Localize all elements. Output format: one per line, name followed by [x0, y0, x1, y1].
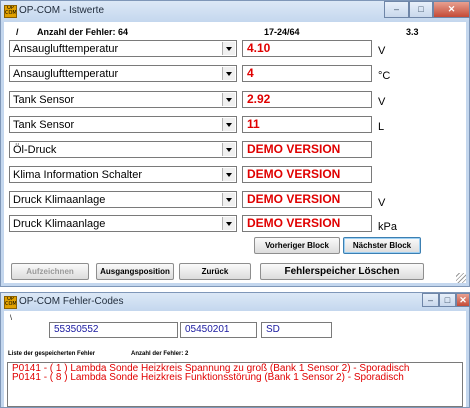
parameter-select-4[interactable]: Tank Sensor [9, 116, 237, 133]
parameter-select-value: Klima Information Schalter [13, 169, 142, 181]
unit-label-8: kPa [378, 221, 397, 233]
unit-label-2: °C [378, 70, 391, 82]
chevron-down-icon[interactable] [222, 143, 235, 156]
version-label: 3.3 [406, 27, 419, 37]
close-button[interactable]: ✕ [456, 293, 470, 307]
fehler-codes-client-area: \ 55350552 05450201 SD Liste der gespeic… [4, 311, 466, 407]
minimize-button[interactable]: ‒ [422, 293, 439, 307]
start-position-button[interactable]: Ausgangsposition [96, 263, 174, 280]
chevron-down-icon[interactable] [222, 118, 235, 131]
value-field-8: DEMO VERSION [242, 215, 372, 232]
opcom-app-icon: OP COM [4, 5, 17, 18]
unit-label-3: V [378, 96, 386, 108]
value-field-3: 2.92 [242, 91, 372, 108]
code-field-2[interactable]: 05450201 [180, 322, 257, 338]
unit-label-7: V [378, 197, 386, 209]
unit-label-1: V [378, 45, 386, 57]
value-field-7: DEMO VERSION [242, 191, 372, 208]
parameter-select-value: Tank Sensor [13, 94, 75, 106]
parameter-select-2[interactable]: Ansauglufttemperatur [9, 65, 237, 82]
error-count-label: Anzahl der Fehler: 64 [37, 27, 129, 37]
parameter-select-value: Tank Sensor [13, 119, 75, 131]
resize-grip[interactable] [456, 273, 466, 283]
parameter-select-value: Druck Klimaanlage [13, 194, 106, 206]
value-field-2: 4 [242, 65, 372, 82]
parameter-select-value: Ansauglufttemperatur [13, 68, 119, 80]
fehler-codes-window-title: OP-COM Fehler-Codes [19, 296, 124, 307]
maximize-button[interactable]: □ [439, 293, 456, 307]
unit-label-4: L [378, 121, 385, 133]
parameter-select-value: Ansauglufttemperatur [13, 43, 119, 55]
error-count-label: Anzahl der Fehler: 2 [131, 351, 189, 357]
fehler-codes-window: OP COM OP-COM Fehler-Codes ‒ □ ✕ \ 553505… [0, 292, 470, 408]
parameter-select-value: Öl-Druck [13, 144, 57, 156]
minimize-button[interactable]: ‒ [384, 1, 409, 18]
back-button[interactable]: Zurück [179, 263, 251, 280]
previous-block-button[interactable]: Vorheriger Block [254, 237, 340, 254]
maximize-button[interactable]: □ [409, 1, 433, 18]
clear-error-memory-button[interactable]: Fehlerspeicher Löschen [260, 263, 424, 280]
value-field-4: 11 [242, 116, 372, 133]
parameter-select-1[interactable]: Ansauglufttemperatur [9, 40, 237, 57]
chevron-down-icon[interactable] [222, 168, 235, 181]
next-block-button[interactable]: Nächster Block [343, 237, 421, 254]
parameter-select-6[interactable]: Klima Information Schalter [9, 166, 237, 183]
fehler-codes-titlebar[interactable]: OP COM OP-COM Fehler-Codes ‒ □ ✕ [1, 293, 470, 311]
opcom-app-icon: OP COM [4, 296, 17, 309]
parameter-select-3[interactable]: Tank Sensor [9, 91, 237, 108]
parameter-select-7[interactable]: Druck Klimaanlage [9, 191, 237, 208]
istwerte-client-area: / Anzahl der Fehler: 64 17-24/64 3.3 Ans… [4, 22, 466, 283]
stored-errors-list-label: Liste der gespeicherten Fehler [8, 351, 96, 357]
parameter-select-5[interactable]: Öl-Druck [9, 141, 237, 158]
value-field-5: DEMO VERSION [242, 141, 372, 158]
chevron-down-icon[interactable] [222, 93, 235, 106]
chevron-down-icon[interactable] [222, 42, 235, 55]
small-mark: \ [10, 315, 12, 322]
parameter-select-value: Druck Klimaanlage [13, 218, 106, 230]
block-range-label: 17-24/64 [264, 27, 300, 37]
chevron-down-icon[interactable] [222, 67, 235, 80]
value-field-6: DEMO VERSION [242, 166, 372, 183]
chevron-down-icon[interactable] [222, 193, 235, 206]
istwerte-titlebar[interactable]: OP COM OP-COM - Istwerte ‒ □ ✕ [1, 1, 470, 22]
code-field-3[interactable]: SD [261, 322, 332, 338]
value-field-1: 4.10 [242, 40, 372, 57]
chevron-down-icon[interactable] [222, 217, 235, 230]
code-field-1[interactable]: 55350552 [49, 322, 178, 338]
header-slash: / [16, 27, 19, 37]
list-item[interactable]: P0141 - ( 8 ) Lambda Sonde Heizkreis Fun… [12, 373, 404, 383]
error-code-list[interactable]: P0141 - ( 1 ) Lambda Sonde Heizkreis Spa… [7, 362, 463, 407]
record-button[interactable]: Aufzeichnen [11, 263, 89, 280]
istwerte-window-title: OP-COM - Istwerte [19, 5, 105, 16]
close-button[interactable]: ✕ [433, 1, 470, 18]
istwerte-window: OP COM OP-COM - Istwerte ‒ □ ✕ / Anzahl d… [0, 0, 470, 287]
parameter-select-8[interactable]: Druck Klimaanlage [9, 215, 237, 232]
